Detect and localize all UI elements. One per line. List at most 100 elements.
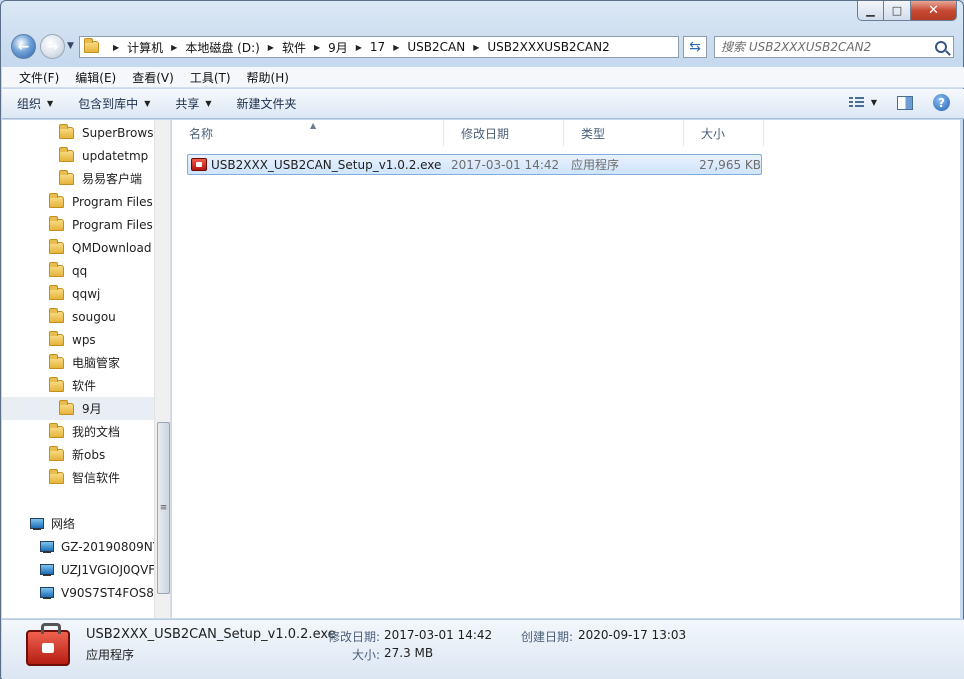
details-size-value: 27.3 MB bbox=[384, 646, 434, 660]
column-name-label: 名称 bbox=[189, 126, 214, 141]
tree-item[interactable]: 电脑管家 bbox=[2, 351, 154, 374]
tree-item-computer[interactable]: UZJ1VGIOJ0QVF bbox=[2, 558, 154, 581]
computer-icon bbox=[39, 540, 55, 554]
address-bar[interactable]: ▶ 计算机 ▶ 本地磁盘 (D:) ▶ 软件 ▶ 9月 ▶ 17 ▶ USB2C… bbox=[79, 36, 747, 58]
tree-item[interactable]: qqwj bbox=[2, 282, 154, 305]
tree-item-label: 我的文档 bbox=[72, 425, 121, 439]
tree-item[interactable]: Program Files bbox=[2, 213, 154, 236]
forward-button[interactable]: → bbox=[40, 34, 65, 59]
maximize-button[interactable]: □ bbox=[884, 1, 911, 21]
file-row-selected[interactable]: USB2XXX_USB2CAN_Setup_v1.0.2.exe 2017-03… bbox=[187, 154, 762, 175]
tree-item-label: sougou bbox=[72, 309, 116, 324]
breadcrumb-item-current[interactable]: USB2XXXUSB2CAN2 bbox=[487, 40, 609, 54]
search-box[interactable] bbox=[714, 36, 954, 58]
details-modified-label: 修改日期: bbox=[328, 630, 381, 644]
folder-icon bbox=[59, 399, 74, 415]
navigation-scrollbar[interactable]: ≡ bbox=[154, 120, 170, 618]
computer-icon bbox=[39, 563, 55, 577]
breadcrumb-item-software[interactable]: 软件 bbox=[282, 39, 306, 56]
breadcrumb-chevron-icon[interactable]: ▶ bbox=[268, 43, 274, 52]
folder-icon bbox=[59, 169, 74, 185]
tree-item-selected[interactable]: 9月 bbox=[2, 397, 154, 420]
tree-item-label: qq bbox=[72, 263, 88, 278]
tree-item[interactable]: QMDownload bbox=[2, 236, 154, 259]
search-input[interactable] bbox=[721, 40, 935, 54]
tree-item[interactable]: sougou bbox=[2, 305, 154, 328]
tree-item-label: 电脑管家 bbox=[72, 356, 121, 370]
folder-icon bbox=[49, 330, 64, 346]
forward-arrow-icon: → bbox=[46, 38, 59, 55]
breadcrumb-item-17[interactable]: 17 bbox=[370, 40, 385, 54]
new-folder-button[interactable]: 新建文件夹 bbox=[237, 95, 297, 112]
column-header-type[interactable]: 类型 bbox=[564, 120, 684, 146]
tree-item[interactable]: 智信软件 bbox=[2, 466, 154, 489]
refresh-icon: ⇆ bbox=[689, 39, 701, 55]
minimize-button[interactable]: ▁ bbox=[857, 1, 884, 21]
refresh-button[interactable]: ⇆ bbox=[683, 36, 707, 58]
search-icon[interactable] bbox=[935, 41, 947, 53]
breadcrumb-chevron-icon[interactable]: ▶ bbox=[473, 43, 479, 52]
tree-item[interactable]: SuperBrowser bbox=[2, 121, 154, 144]
tree-item[interactable]: wps bbox=[2, 328, 154, 351]
breadcrumb-item-september[interactable]: 9月 bbox=[328, 39, 348, 56]
breadcrumb-item-usb2can[interactable]: USB2CAN bbox=[407, 40, 465, 54]
help-button[interactable]: ? bbox=[933, 94, 950, 111]
include-in-library-button[interactable]: 包含到库中 ▼ bbox=[78, 95, 150, 112]
column-header-size[interactable]: 大小 bbox=[684, 120, 764, 146]
details-created-label: 创建日期: bbox=[521, 630, 574, 644]
folder-icon bbox=[59, 123, 74, 139]
folder-icon bbox=[84, 38, 99, 53]
tree-item[interactable]: 新obs bbox=[2, 443, 154, 466]
breadcrumb-item-drive-d[interactable]: 本地磁盘 (D:) bbox=[185, 39, 259, 56]
breadcrumb-chevron-icon[interactable]: ▶ bbox=[113, 43, 119, 52]
column-header-modified[interactable]: 修改日期 bbox=[444, 120, 564, 146]
organize-button[interactable]: 组织 ▼ bbox=[17, 95, 53, 112]
view-options-icon[interactable] bbox=[848, 96, 865, 109]
folder-icon bbox=[49, 261, 64, 277]
menu-edit[interactable]: 编辑(E) bbox=[67, 69, 124, 86]
tree-item[interactable]: qq bbox=[2, 259, 154, 282]
breadcrumb-chevron-icon[interactable]: ▶ bbox=[171, 43, 177, 52]
tree-item-network[interactable]: 网络 bbox=[2, 512, 154, 535]
tree-item[interactable]: updatetmp bbox=[2, 144, 154, 167]
folder-icon bbox=[49, 238, 64, 254]
tree-item-label: Program Files bbox=[72, 194, 153, 209]
menu-file[interactable]: 文件(F) bbox=[11, 69, 67, 86]
breadcrumb-chevron-icon[interactable]: ▶ bbox=[314, 43, 320, 52]
tree-item-label: 网络 bbox=[51, 517, 76, 531]
breadcrumb-chevron-icon[interactable]: ▶ bbox=[393, 43, 399, 52]
column-header-row: 名称 ▲ 修改日期 类型 大小 bbox=[172, 120, 960, 146]
preview-pane-icon[interactable] bbox=[897, 95, 913, 110]
tree-item-label: GZ-20190809NY bbox=[61, 539, 154, 554]
tree-item-computer[interactable]: GZ-20190809NY bbox=[2, 535, 154, 558]
tree-item-label: updatetmp bbox=[82, 148, 149, 163]
column-header-name[interactable]: 名称 ▲ bbox=[172, 120, 444, 146]
breadcrumb-chevron-icon[interactable]: ▶ bbox=[356, 43, 362, 52]
folder-icon bbox=[59, 146, 74, 162]
view-dropdown-icon[interactable]: ▼ bbox=[871, 98, 877, 107]
menu-view[interactable]: 查看(V) bbox=[124, 69, 182, 86]
details-size-label: 大小: bbox=[352, 648, 381, 662]
back-button[interactable]: ← bbox=[11, 34, 36, 59]
menu-tools[interactable]: 工具(T) bbox=[182, 69, 239, 86]
column-type-label: 类型 bbox=[581, 126, 606, 141]
scrollbar-thumb[interactable]: ≡ bbox=[157, 422, 170, 594]
folder-icon bbox=[49, 307, 64, 323]
tree-item-label: 软件 bbox=[72, 379, 97, 393]
share-button[interactable]: 共享 ▼ bbox=[175, 95, 211, 112]
tree-item[interactable]: 软件 bbox=[2, 374, 154, 397]
chevron-down-icon: ▼ bbox=[144, 99, 151, 108]
menu-help[interactable]: 帮助(H) bbox=[239, 69, 297, 86]
folder-icon bbox=[49, 468, 64, 484]
details-created-value: 2020-09-17 13:03 bbox=[578, 628, 687, 642]
recent-pages-dropdown-icon[interactable]: ▼ bbox=[67, 41, 74, 51]
close-button[interactable]: ✕ bbox=[911, 1, 957, 21]
computer-icon bbox=[39, 586, 55, 600]
tree-item[interactable]: 我的文档 bbox=[2, 420, 154, 443]
breadcrumb-item-computer[interactable]: 计算机 bbox=[127, 39, 163, 56]
tree-item-computer[interactable]: V90S7ST4FOS8C bbox=[2, 581, 154, 604]
tree-item[interactable]: Program Files bbox=[2, 190, 154, 213]
tree-item[interactable]: 易易客户端 bbox=[2, 167, 154, 190]
grip-icon: ≡ bbox=[159, 503, 168, 513]
